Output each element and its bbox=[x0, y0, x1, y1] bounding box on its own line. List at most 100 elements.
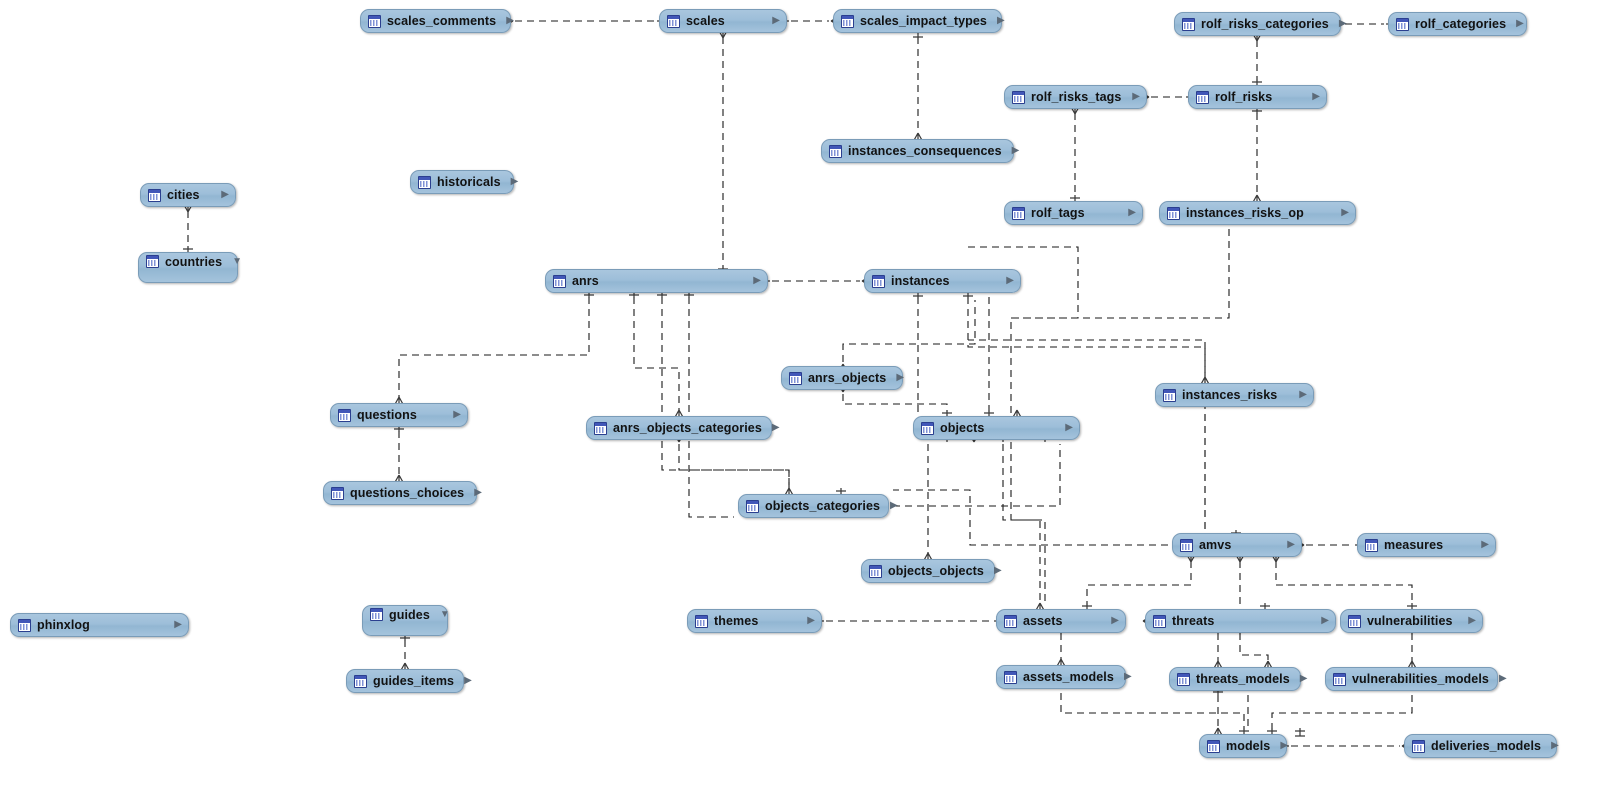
table-node-header[interactable]: assets ▶ bbox=[997, 610, 1125, 632]
table-node-historicals[interactable]: historicals ▶ bbox=[410, 170, 518, 194]
chevron-right-icon[interactable]: ▶ bbox=[1329, 19, 1347, 29]
chevron-right-icon[interactable]: ▶ bbox=[984, 566, 1002, 576]
table-node-header[interactable]: questions_choices ▶ bbox=[324, 482, 482, 504]
chevron-right-icon[interactable]: ▶ bbox=[1055, 423, 1073, 433]
chevron-right-icon[interactable]: ▶ bbox=[762, 16, 780, 26]
table-node-header[interactable]: cities ▶ bbox=[141, 184, 235, 206]
chevron-right-icon[interactable]: ▶ bbox=[1114, 672, 1132, 682]
chevron-right-icon[interactable]: ▶ bbox=[1290, 674, 1308, 684]
table-node-rolf_tags[interactable]: rolf_tags ▶ bbox=[1004, 201, 1143, 225]
table-node-header[interactable]: scales_comments ▶ bbox=[361, 10, 514, 32]
chevron-right-icon[interactable]: ▶ bbox=[1458, 616, 1476, 626]
table-node-header[interactable]: assets_models ▶ bbox=[997, 666, 1132, 688]
table-node-header[interactable]: deliveries_models ▶ bbox=[1405, 735, 1559, 757]
table-node-header[interactable]: rolf_risks ▶ bbox=[1189, 86, 1326, 108]
chevron-right-icon[interactable]: ▶ bbox=[443, 410, 461, 420]
table-node-cities[interactable]: cities ▶ bbox=[140, 183, 236, 207]
chevron-right-icon[interactable]: ▶ bbox=[1471, 540, 1489, 550]
table-node-header[interactable]: instances_consequences ▶ bbox=[822, 140, 1019, 162]
table-node-vulnerabilities[interactable]: vulnerabilities ▶ bbox=[1340, 609, 1483, 633]
table-node-rolf_categories[interactable]: rolf_categories ▶ bbox=[1388, 12, 1527, 36]
chevron-right-icon[interactable]: ▶ bbox=[501, 177, 519, 187]
table-node-header[interactable]: anrs ▶ bbox=[546, 270, 767, 292]
table-node-header[interactable]: instances_risks_op ▶ bbox=[1160, 202, 1355, 224]
chevron-right-icon[interactable]: ▶ bbox=[987, 16, 1005, 26]
chevron-right-icon[interactable]: ▶ bbox=[1289, 390, 1307, 400]
table-node-guides[interactable]: guides ▼ bbox=[362, 605, 450, 636]
chevron-right-icon[interactable]: ▶ bbox=[886, 373, 904, 383]
table-node-scales_impact_types[interactable]: scales_impact_types ▶ bbox=[833, 9, 1005, 33]
table-node-header[interactable]: instances_risks ▶ bbox=[1156, 384, 1313, 406]
table-node-header[interactable]: rolf_risks_categories ▶ bbox=[1175, 13, 1347, 35]
chevron-right-icon[interactable]: ▶ bbox=[164, 620, 182, 630]
table-node-header[interactable]: guides ▼ bbox=[363, 606, 450, 624]
chevron-right-icon[interactable]: ▶ bbox=[1311, 616, 1329, 626]
table-node-header[interactable]: guides_items ▶ bbox=[347, 670, 472, 692]
table-node-instances_consequences[interactable]: instances_consequences ▶ bbox=[821, 139, 1019, 163]
table-node-assets_models[interactable]: assets_models ▶ bbox=[996, 665, 1132, 689]
table-node-header[interactable]: rolf_tags ▶ bbox=[1005, 202, 1142, 224]
table-node-header[interactable]: anrs_objects ▶ bbox=[782, 367, 904, 389]
table-node-header[interactable]: phinxlog ▶ bbox=[11, 614, 188, 636]
chevron-right-icon[interactable]: ▶ bbox=[1002, 146, 1020, 156]
table-node-questions[interactable]: questions ▶ bbox=[330, 403, 468, 427]
table-node-layer[interactable]: scales_comments ▶ scales ▶ scales_impact_typ… bbox=[0, 0, 1604, 786]
chevron-right-icon[interactable]: ▶ bbox=[1489, 674, 1507, 684]
table-node-header[interactable]: rolf_categories ▶ bbox=[1389, 13, 1526, 35]
chevron-right-icon[interactable]: ▶ bbox=[1122, 92, 1140, 102]
table-node-header[interactable]: models ▶ bbox=[1200, 735, 1288, 757]
table-node-header[interactable]: themes ▶ bbox=[688, 610, 821, 632]
table-node-header[interactable]: measures ▶ bbox=[1358, 534, 1495, 556]
table-node-measures[interactable]: measures ▶ bbox=[1357, 533, 1496, 557]
chevron-right-icon[interactable]: ▶ bbox=[1506, 19, 1524, 29]
table-node-scales[interactable]: scales ▶ bbox=[659, 9, 787, 33]
chevron-right-icon[interactable]: ▶ bbox=[1541, 741, 1559, 751]
table-node-rolf_risks_categories[interactable]: rolf_risks_categories ▶ bbox=[1174, 12, 1347, 36]
table-node-amvs[interactable]: amvs ▶ bbox=[1172, 533, 1302, 557]
table-node-header[interactable]: threats ▶ bbox=[1146, 610, 1335, 632]
table-node-deliveries_models[interactable]: deliveries_models ▶ bbox=[1404, 734, 1559, 758]
table-node-instances_risks_op[interactable]: instances_risks_op ▶ bbox=[1159, 201, 1356, 225]
table-node-objects[interactable]: objects ▶ bbox=[913, 416, 1080, 440]
table-node-assets[interactable]: assets ▶ bbox=[996, 609, 1126, 633]
table-node-header[interactable]: objects_categories ▶ bbox=[739, 495, 898, 517]
chevron-right-icon[interactable]: ▶ bbox=[211, 190, 229, 200]
chevron-right-icon[interactable]: ▶ bbox=[454, 676, 472, 686]
chevron-right-icon[interactable]: ▶ bbox=[996, 276, 1014, 286]
er-diagram-canvas[interactable]: scales_comments ▶ scales ▶ scales_impact_typ… bbox=[0, 0, 1604, 786]
chevron-right-icon[interactable]: ▶ bbox=[762, 423, 780, 433]
table-node-header[interactable]: anrs_objects_categories ▶ bbox=[587, 417, 780, 439]
table-node-header[interactable]: questions ▶ bbox=[331, 404, 467, 426]
table-node-guides_items[interactable]: guides_items ▶ bbox=[346, 669, 472, 693]
chevron-right-icon[interactable]: ▶ bbox=[743, 276, 761, 286]
table-node-header[interactable]: threats_models ▶ bbox=[1170, 668, 1308, 690]
table-node-threats_models[interactable]: threats_models ▶ bbox=[1169, 667, 1308, 691]
table-node-phinxlog[interactable]: phinxlog ▶ bbox=[10, 613, 189, 637]
table-node-header[interactable]: vulnerabilities_models ▶ bbox=[1326, 668, 1507, 690]
table-node-header[interactable]: scales ▶ bbox=[660, 10, 786, 32]
table-node-header[interactable]: objects_objects ▶ bbox=[862, 560, 1002, 582]
table-node-anrs[interactable]: anrs ▶ bbox=[545, 269, 768, 293]
chevron-down-icon[interactable]: ▼ bbox=[430, 609, 450, 620]
table-node-objects_categories[interactable]: objects_categories ▶ bbox=[738, 494, 898, 518]
table-node-header[interactable]: rolf_risks_tags ▶ bbox=[1005, 86, 1146, 108]
chevron-right-icon[interactable]: ▶ bbox=[1270, 741, 1288, 751]
chevron-right-icon[interactable]: ▶ bbox=[496, 16, 514, 26]
table-node-instances_risks[interactable]: instances_risks ▶ bbox=[1155, 383, 1314, 407]
table-node-instances[interactable]: instances ▶ bbox=[864, 269, 1021, 293]
chevron-down-icon[interactable]: ▼ bbox=[222, 256, 242, 267]
table-node-vulnerabilities_models[interactable]: vulnerabilities_models ▶ bbox=[1325, 667, 1507, 691]
table-node-threats[interactable]: threats ▶ bbox=[1145, 609, 1336, 633]
chevron-right-icon[interactable]: ▶ bbox=[797, 616, 815, 626]
chevron-right-icon[interactable]: ▶ bbox=[880, 501, 898, 511]
table-node-header[interactable]: scales_impact_types ▶ bbox=[834, 10, 1005, 32]
chevron-right-icon[interactable]: ▶ bbox=[464, 488, 482, 498]
table-node-rolf_risks[interactable]: rolf_risks ▶ bbox=[1188, 85, 1327, 109]
table-node-header[interactable]: amvs ▶ bbox=[1173, 534, 1301, 556]
chevron-right-icon[interactable]: ▶ bbox=[1118, 208, 1136, 218]
table-node-themes[interactable]: themes ▶ bbox=[687, 609, 822, 633]
table-node-header[interactable]: vulnerabilities ▶ bbox=[1341, 610, 1482, 632]
chevron-right-icon[interactable]: ▶ bbox=[1302, 92, 1320, 102]
table-node-header[interactable]: instances ▶ bbox=[865, 270, 1020, 292]
table-node-objects_objects[interactable]: objects_objects ▶ bbox=[861, 559, 1002, 583]
